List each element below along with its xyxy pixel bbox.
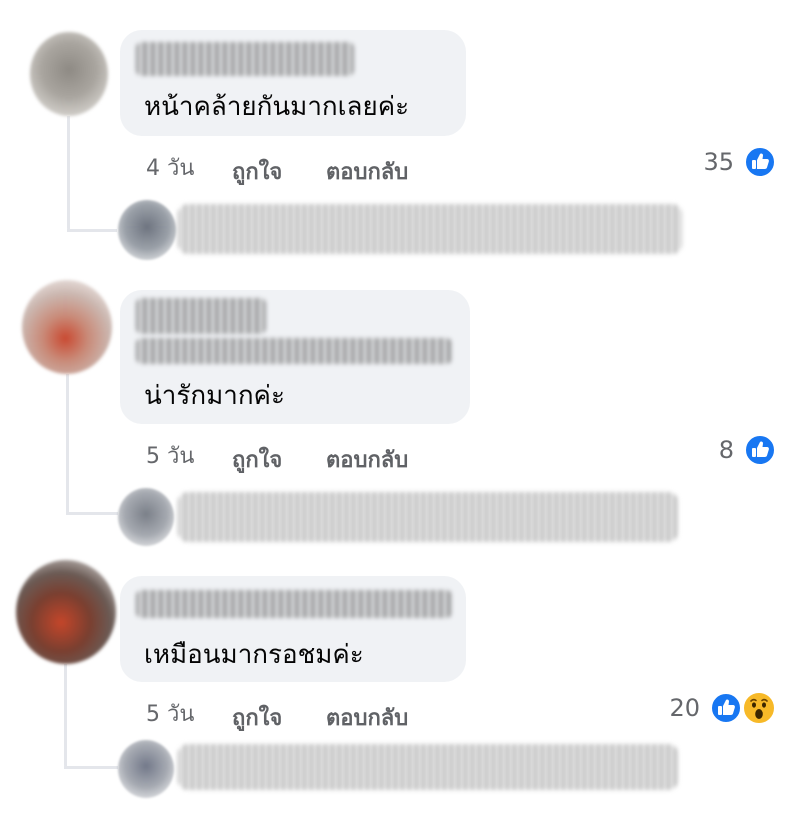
blurred-reply-preview[interactable]	[178, 744, 678, 790]
like-button[interactable]: ถูกใจ	[232, 154, 282, 189]
reaction-count[interactable]: 35	[703, 148, 734, 176]
comment-timestamp[interactable]: 5 วัน	[146, 438, 194, 473]
blurred-author-name[interactable]	[136, 298, 266, 334]
comment-text: เหมือนมากรอชมค่ะ	[144, 640, 364, 670]
comment-timestamp[interactable]: 4 วัน	[146, 150, 194, 185]
reply-button[interactable]: ตอบกลับ	[326, 154, 408, 189]
like-icon[interactable]	[744, 434, 776, 466]
reply-avatar[interactable]	[118, 740, 174, 798]
reaction-count[interactable]: 8	[719, 436, 734, 464]
blurred-reply-preview[interactable]	[178, 204, 682, 254]
thread-line	[67, 116, 70, 231]
reply-button[interactable]: ตอบกลับ	[326, 442, 408, 477]
thread-line	[64, 664, 67, 768]
comment-text: หน้าคล้ายกันมากเลยค่ะ	[144, 92, 410, 122]
like-icon[interactable]	[710, 692, 742, 724]
reaction-count[interactable]: 20	[669, 694, 700, 722]
avatar[interactable]	[30, 32, 108, 116]
reply-button[interactable]: ตอบกลับ	[326, 700, 408, 735]
reply-avatar[interactable]	[118, 200, 176, 260]
thread-line	[66, 374, 69, 514]
blurred-reply-preview[interactable]	[178, 492, 678, 542]
blurred-author-name[interactable]	[136, 590, 452, 618]
blurred-author-name[interactable]	[136, 42, 354, 76]
like-icon[interactable]	[744, 146, 776, 178]
wow-icon[interactable]	[742, 691, 776, 725]
avatar[interactable]	[16, 560, 116, 664]
avatar[interactable]	[22, 280, 112, 374]
like-button[interactable]: ถูกใจ	[232, 442, 282, 477]
thread-line	[66, 512, 118, 515]
like-button[interactable]: ถูกใจ	[232, 700, 282, 735]
reply-avatar[interactable]	[118, 488, 174, 546]
blurred-author-name[interactable]	[136, 338, 452, 364]
comment-text: น่ารักมากค่ะ	[144, 381, 285, 411]
thread-line	[64, 766, 118, 769]
thread-line	[67, 229, 117, 232]
comment-timestamp[interactable]: 5 วัน	[146, 696, 194, 731]
